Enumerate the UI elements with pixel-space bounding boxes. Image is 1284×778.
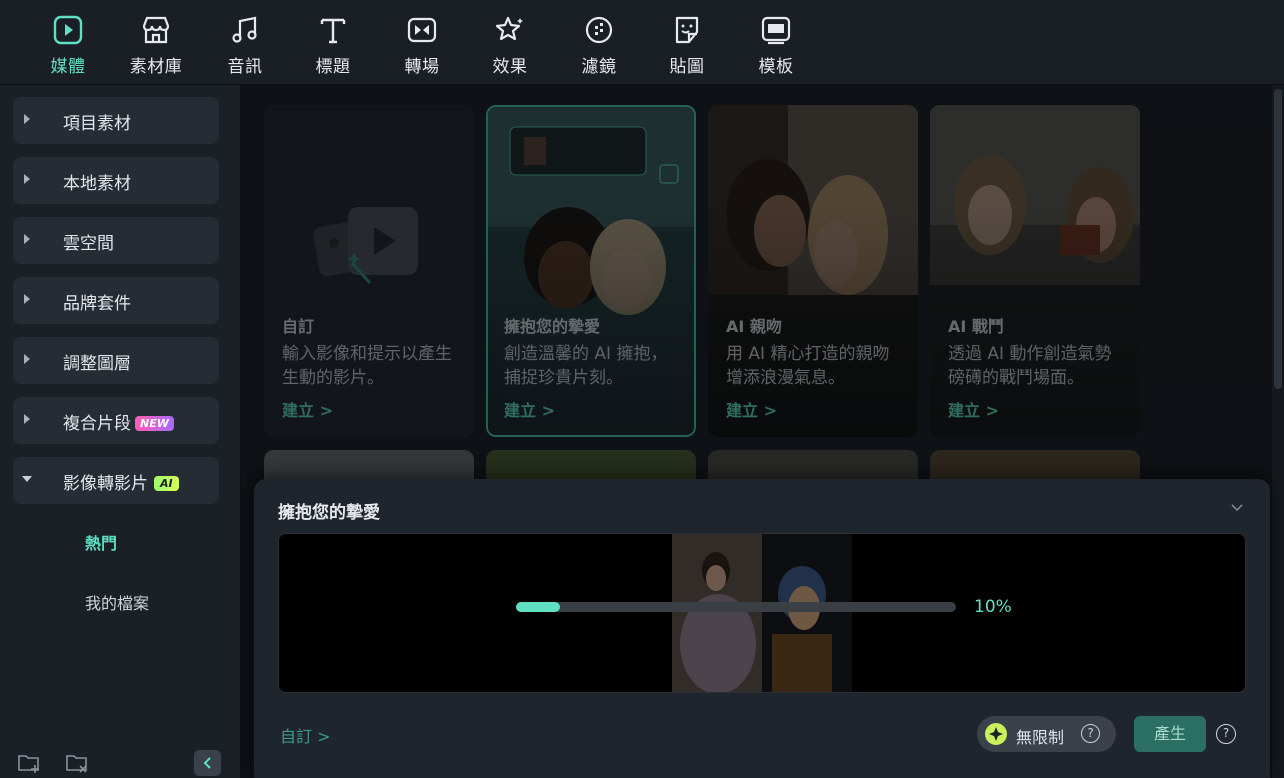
create-button[interactable]: 建立 > — [726, 397, 777, 421]
template-card-custom[interactable]: 自訂 輸入影像和提示以產生生動的影片。 建立 > — [264, 105, 474, 437]
sidebar-item-local-media[interactable]: 本地素材 — [13, 157, 219, 204]
transition-icon — [407, 17, 437, 43]
help-icon[interactable]: ? — [1081, 724, 1100, 743]
tool-audio[interactable]: 音訊 — [210, 14, 280, 78]
tool-titles[interactable]: 標題 — [298, 14, 368, 78]
tool-transitions[interactable]: 轉場 — [387, 14, 457, 78]
custom-link[interactable]: 自訂 > — [280, 723, 331, 747]
sparkle-icon — [985, 723, 1007, 745]
tool-library[interactable]: 素材庫 — [121, 14, 191, 78]
sidebar-item-label: 複合片段 — [63, 414, 131, 434]
image-to-video-icon — [313, 207, 418, 285]
sidebar-item-compound-clip[interactable]: 複合片段 NEW — [13, 397, 219, 444]
create-button[interactable]: 建立 > — [948, 397, 999, 421]
generation-panel: 擁抱您的摯愛 10% 自訂 > 無限制 ? 產生 ? — [254, 479, 1270, 778]
delete-folder-icon[interactable] — [65, 752, 89, 774]
media-icon — [53, 15, 83, 45]
tool-templates[interactable]: 模板 — [741, 14, 811, 78]
expand-arrow-icon — [24, 354, 30, 364]
tool-label: 效果 — [492, 57, 528, 77]
sidebar-item-label: 影像轉影片 — [63, 474, 148, 494]
expand-arrow-icon — [24, 174, 30, 184]
template-card-kiss[interactable]: AI 親吻 用 AI 精心打造的親吻增添浪漫氣息。 建立 > — [708, 105, 918, 437]
card-title: AI 戰鬥 — [948, 317, 1004, 336]
tool-label: 濾鏡 — [581, 57, 617, 77]
text-icon — [320, 18, 346, 44]
generate-button[interactable]: 產生 — [1134, 716, 1206, 752]
tool-effects[interactable]: 效果 — [475, 14, 545, 78]
new-badge: NEW — [135, 416, 174, 431]
expand-arrow-icon — [24, 294, 30, 304]
tool-filters[interactable]: 濾鏡 — [564, 14, 634, 78]
tool-label: 貼圖 — [669, 57, 705, 77]
scrollbar-thumb[interactable] — [1274, 89, 1282, 389]
sidebar: 項目素材 本地素材 雲空間 品牌套件 調整圖層 複合片段 NEW 影像轉影片 AI … — [0, 85, 241, 778]
tool-label: 音訊 — [227, 57, 263, 77]
tool-label: 轉場 — [404, 57, 440, 77]
collapse-arrow-icon — [22, 476, 32, 482]
card-description: 用 AI 精心打造的親吻增添浪漫氣息。 — [726, 344, 890, 388]
progress-bar — [516, 602, 956, 612]
panel-title: 擁抱您的摯愛 — [278, 503, 380, 523]
tool-label: 媒體 — [50, 57, 86, 77]
card-title: 擁抱您的摯愛 — [504, 317, 601, 336]
sidebar-subitem-popular[interactable]: 熱門 — [85, 530, 117, 554]
progress-fill — [516, 602, 560, 612]
card-description: 輸入影像和提示以產生生動的影片。 — [282, 344, 452, 388]
sidebar-item-label: 調整圖層 — [63, 354, 131, 374]
sidebar-item-adjustment-layer[interactable]: 調整圖層 — [13, 337, 219, 384]
unlimited-label: 無限制 — [1016, 728, 1065, 747]
tool-stickers[interactable]: 貼圖 — [652, 14, 722, 78]
chevron-down-icon[interactable] — [1230, 501, 1244, 515]
sidebar-item-label: 雲空間 — [63, 234, 114, 254]
store-icon — [142, 16, 170, 44]
sidebar-item-label: 本地素材 — [63, 174, 131, 194]
top-toolbar: 媒體 素材庫 音訊 標題 轉場 效果 濾鏡 貼圖 模板 — [0, 0, 1284, 85]
sidebar-item-label-wrap: 影像轉影片 AI — [63, 469, 179, 494]
sidebar-subitem-my-files[interactable]: 我的檔案 — [85, 590, 149, 614]
music-icon — [232, 16, 257, 43]
sidebar-item-image-to-video[interactable]: 影像轉影片 AI — [13, 457, 219, 504]
scrollbar[interactable] — [1272, 85, 1284, 778]
filter-icon — [585, 16, 613, 44]
card-title: AI 親吻 — [726, 317, 782, 336]
preview-dim — [279, 534, 1245, 692]
template-card-fight[interactable]: AI 戰鬥 透過 AI 動作創造氣勢磅礡的戰鬥場面。 建立 > — [930, 105, 1140, 437]
card-title: 自訂 — [282, 317, 315, 336]
sticker-icon — [675, 16, 699, 44]
sidebar-item-project-media[interactable]: 項目素材 — [13, 97, 219, 144]
expand-arrow-icon — [24, 114, 30, 124]
sidebar-item-brand-kit[interactable]: 品牌套件 — [13, 277, 219, 324]
expand-arrow-icon — [24, 414, 30, 424]
template-card-hug[interactable]: 擁抱您的摯愛 創造溫馨的 AI 擁抱，捕捉珍貴片刻。 建立 > — [486, 105, 696, 437]
sidebar-item-label: 項目素材 — [63, 114, 131, 134]
unlimited-credits-button[interactable]: 無限制 ? — [977, 716, 1116, 752]
create-button[interactable]: 建立 > — [282, 397, 333, 421]
tool-media[interactable]: 媒體 — [33, 14, 103, 78]
chevron-left-icon — [203, 757, 211, 769]
card-description: 透過 AI 動作創造氣勢磅礡的戰鬥場面。 — [948, 344, 1112, 388]
expand-arrow-icon — [24, 234, 30, 244]
collapse-sidebar-button[interactable] — [194, 750, 221, 776]
progress-percent: 10% — [974, 597, 1012, 617]
create-button[interactable]: 建立 > — [504, 397, 555, 421]
help-icon[interactable]: ? — [1216, 724, 1236, 744]
sidebar-item-label-wrap: 複合片段 NEW — [63, 409, 174, 434]
new-folder-icon[interactable] — [17, 752, 41, 774]
card-description: 創造溫馨的 AI 擁抱，捕捉珍貴片刻。 — [504, 344, 668, 388]
sidebar-item-cloud[interactable]: 雲空間 — [13, 217, 219, 264]
ai-badge: AI — [154, 476, 179, 491]
effects-icon — [495, 16, 523, 41]
tool-label: 標題 — [315, 57, 351, 77]
tool-label: 模板 — [758, 57, 794, 77]
generation-preview: 10% — [278, 533, 1246, 693]
tool-label: 素材庫 — [129, 57, 183, 77]
sidebar-item-label: 品牌套件 — [63, 294, 131, 314]
template-icon — [761, 16, 791, 45]
